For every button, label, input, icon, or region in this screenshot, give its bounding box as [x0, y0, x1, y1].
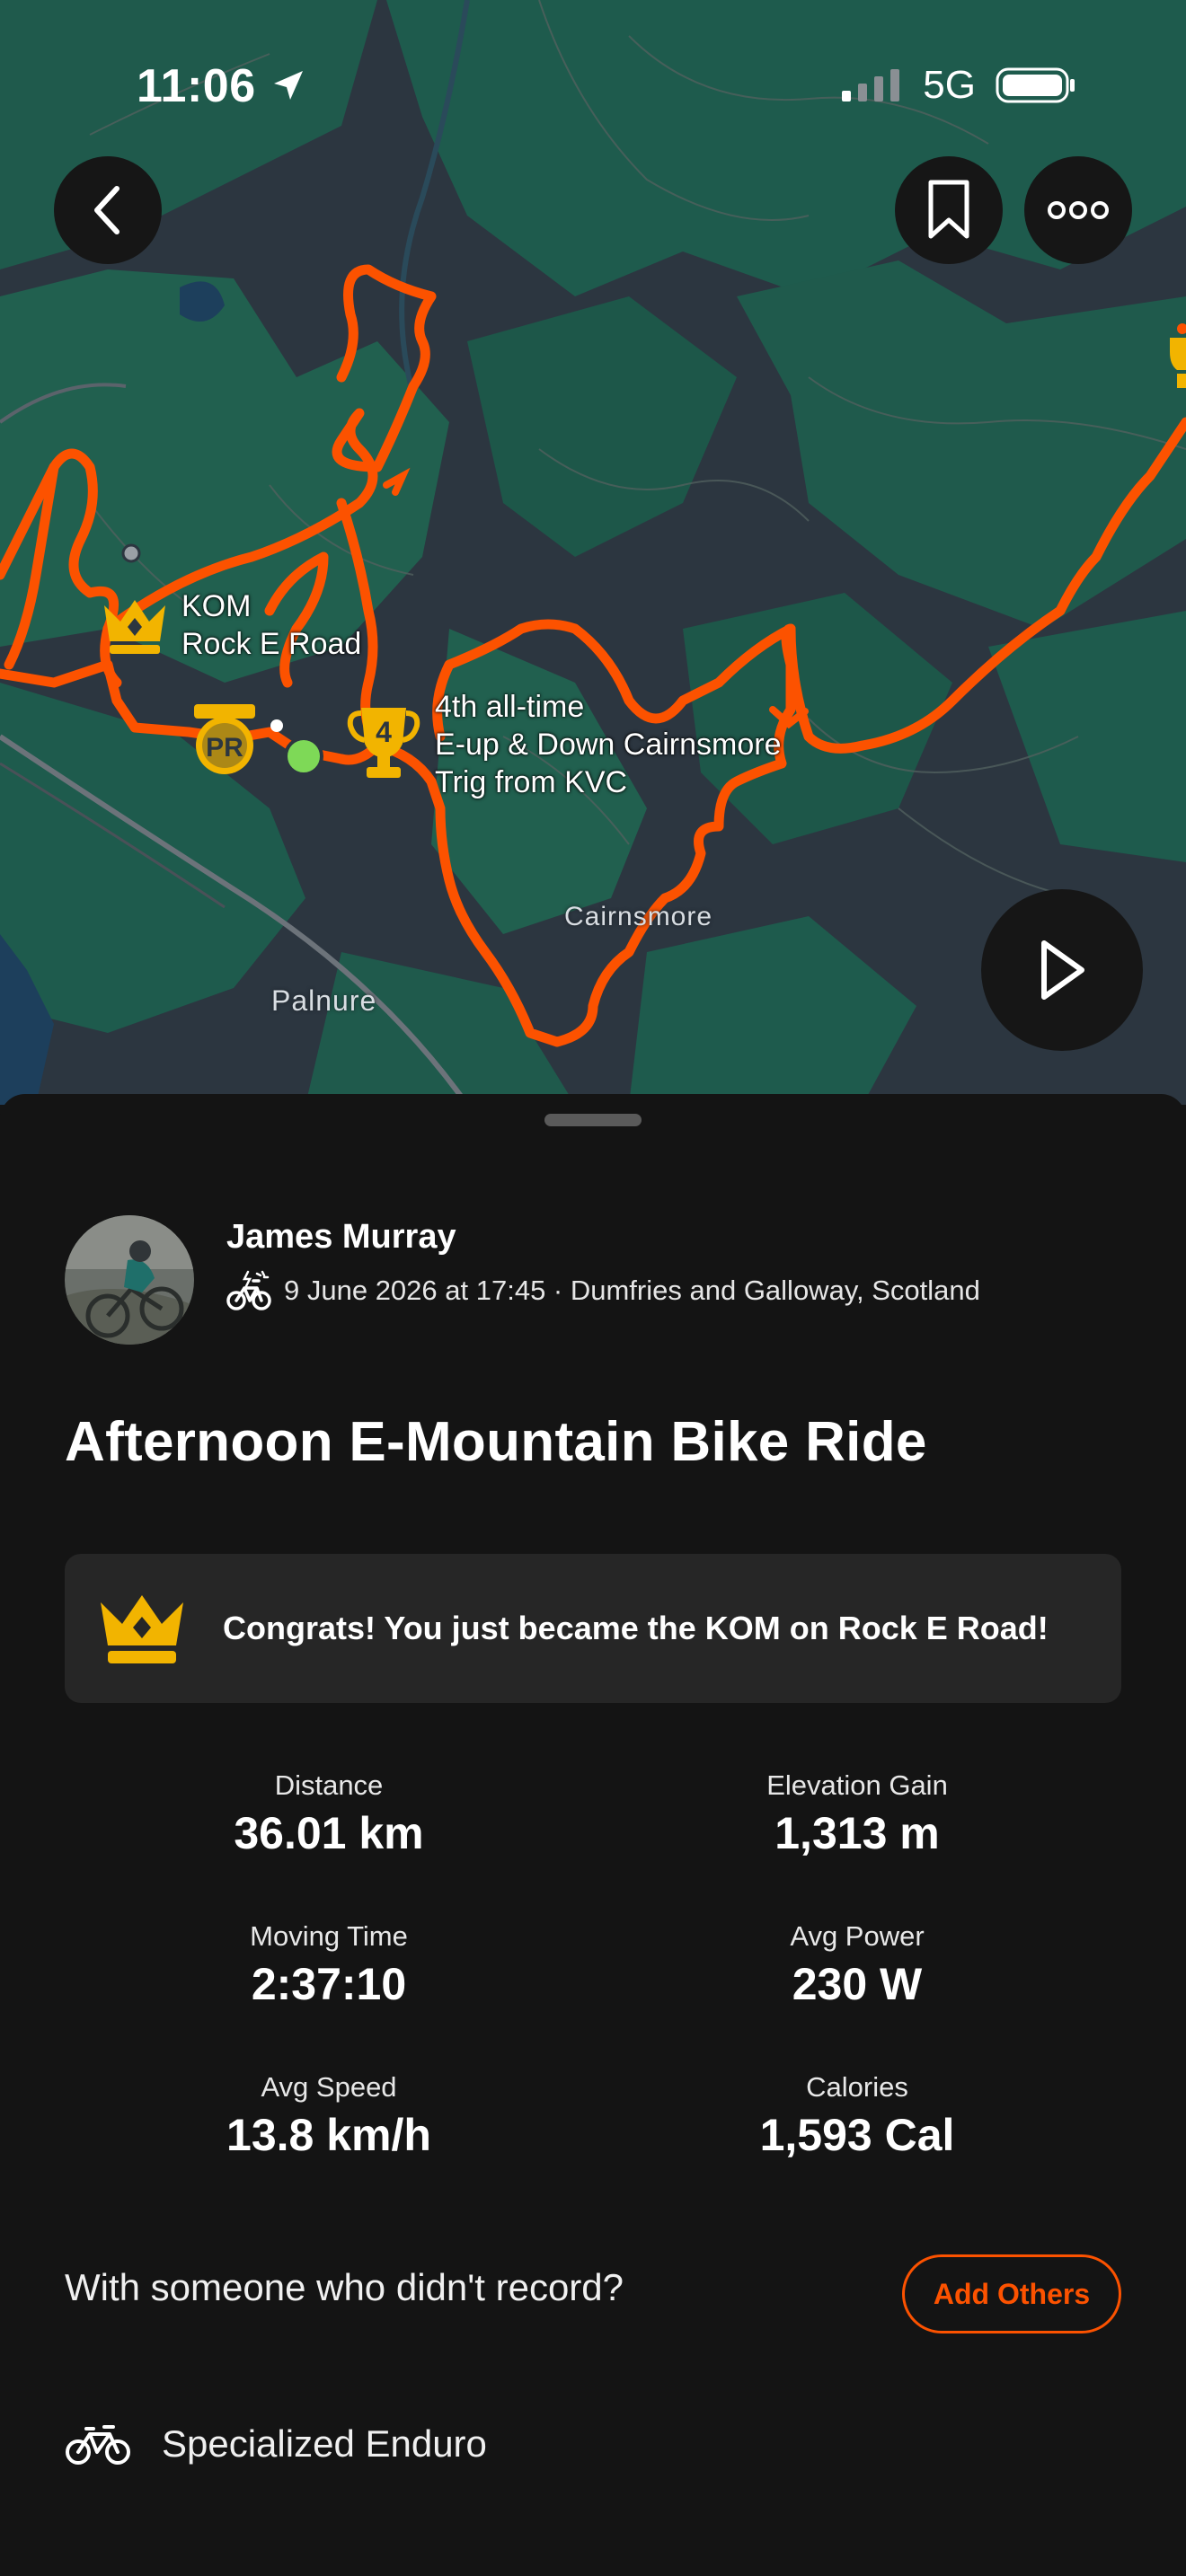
location-arrow-icon: [273, 71, 303, 100]
place-label-palnure: Palnure: [271, 984, 377, 1017]
athlete-avatar[interactable]: [65, 1215, 194, 1345]
pr-badge-text: PR: [206, 733, 243, 763]
gear-row[interactable]: Specialized Enduro: [65, 2422, 487, 2466]
status-time: 11:06: [137, 59, 306, 113]
chevron-left-icon: [94, 186, 119, 234]
rank-label-line1: 4th all-time: [435, 690, 585, 724]
stat-elevation-gain: Elevation Gain 1,313 m: [633, 1769, 1082, 1859]
sheet-drag-handle[interactable]: [544, 1114, 642, 1126]
achievement-message: Congrats! You just became the KOM on Roc…: [223, 1610, 1049, 1646]
stat-avg-speed: Avg Speed 13.8 km/h: [104, 2071, 553, 2161]
kom-label-line2: Rock E Road: [181, 627, 362, 661]
bookmark-icon: [928, 180, 969, 239]
group-activity-prompt: With someone who didn't record?: [65, 2266, 624, 2308]
stat-distance: Distance 36.01 km: [104, 1769, 553, 1859]
stat-value: 1,593 Cal: [759, 2110, 955, 2160]
athlete-name[interactable]: James Murray: [226, 1218, 456, 1257]
flyover-play-button[interactable]: [981, 889, 1143, 1051]
add-others-button[interactable]: Add Others: [902, 2254, 1121, 2333]
more-horizontal-icon: [1048, 201, 1109, 219]
gear-name: Specialized Enduro: [162, 2422, 487, 2465]
stat-value: 2:37:10: [251, 1959, 407, 2009]
kom-map-label: KOM Rock E Road: [181, 587, 361, 663]
battery-icon: [996, 67, 1075, 103]
stat-label: Avg Speed: [261, 2071, 397, 2103]
activity-meta: 9 June 2026 at 17:45 · Dumfries and Gall…: [226, 1270, 980, 1311]
stat-label: Distance: [274, 1769, 384, 1801]
trophy-marker-icon[interactable]: 4: [347, 704, 420, 781]
route-map[interactable]: 11:06 5G KOM Rock E Road PR 4 4th all-ti…: [0, 0, 1186, 1105]
stat-value: 230 W: [792, 1959, 923, 2009]
trophy-rank-text: 4: [376, 716, 392, 748]
play-icon: [1041, 940, 1084, 1000]
stat-avg-power: Avg Power 230 W: [633, 1920, 1082, 2010]
stat-value: 1,313 m: [774, 1808, 940, 1858]
achievement-banner[interactable]: Congrats! You just became the KOM on Roc…: [65, 1554, 1121, 1703]
activity-title[interactable]: Afternoon E-Mountain Bike Ride: [65, 1410, 927, 1474]
stat-moving-time: Moving Time 2:37:10: [104, 1920, 553, 2010]
status-time-text: 11:06: [137, 60, 256, 112]
avatar-photo: [65, 1215, 194, 1345]
back-button[interactable]: [54, 156, 162, 264]
rank-label-line2: E-up & Down Cairnsmore: [435, 728, 782, 762]
place-label-cairnsmore: Cairnsmore: [564, 902, 713, 931]
network-type: 5G: [923, 63, 976, 107]
bike-icon: [66, 2425, 130, 2465]
stat-label: Calories: [806, 2071, 908, 2103]
stat-calories: Calories 1,593 Cal: [633, 2071, 1082, 2161]
rank-label-line3: Trig from KVC: [435, 765, 628, 799]
activity-date-location: 9 June 2026 at 17:45 · Dumfries and Gall…: [284, 1275, 980, 1306]
stat-label: Moving Time: [250, 1920, 408, 1952]
kom-crown-marker-icon[interactable]: [99, 593, 171, 657]
stat-label: Elevation Gain: [766, 1769, 948, 1801]
segment-rank-label: 4th all-time E-up & Down Cairnsmore Trig…: [435, 688, 781, 801]
trophy-marker-edge-icon[interactable]: [1161, 320, 1186, 392]
stat-value: 13.8 km/h: [226, 2110, 431, 2160]
more-options-button[interactable]: [1024, 156, 1132, 264]
activity-detail-sheet: James Murray 9 June 2026 at 17:45 · Dumf…: [0, 1094, 1186, 2576]
kom-crown-icon: [101, 1595, 183, 1663]
status-indicators: 5G: [840, 63, 1076, 108]
signal-icon: [842, 69, 900, 101]
stat-value: 36.01 km: [234, 1808, 424, 1858]
e-mountain-bike-icon: [226, 1270, 271, 1310]
bookmark-button[interactable]: [895, 156, 1003, 264]
stat-label: Avg Power: [790, 1920, 925, 1952]
pr-medal-marker-icon[interactable]: PR: [190, 702, 259, 780]
kom-label-line1: KOM: [181, 589, 252, 623]
